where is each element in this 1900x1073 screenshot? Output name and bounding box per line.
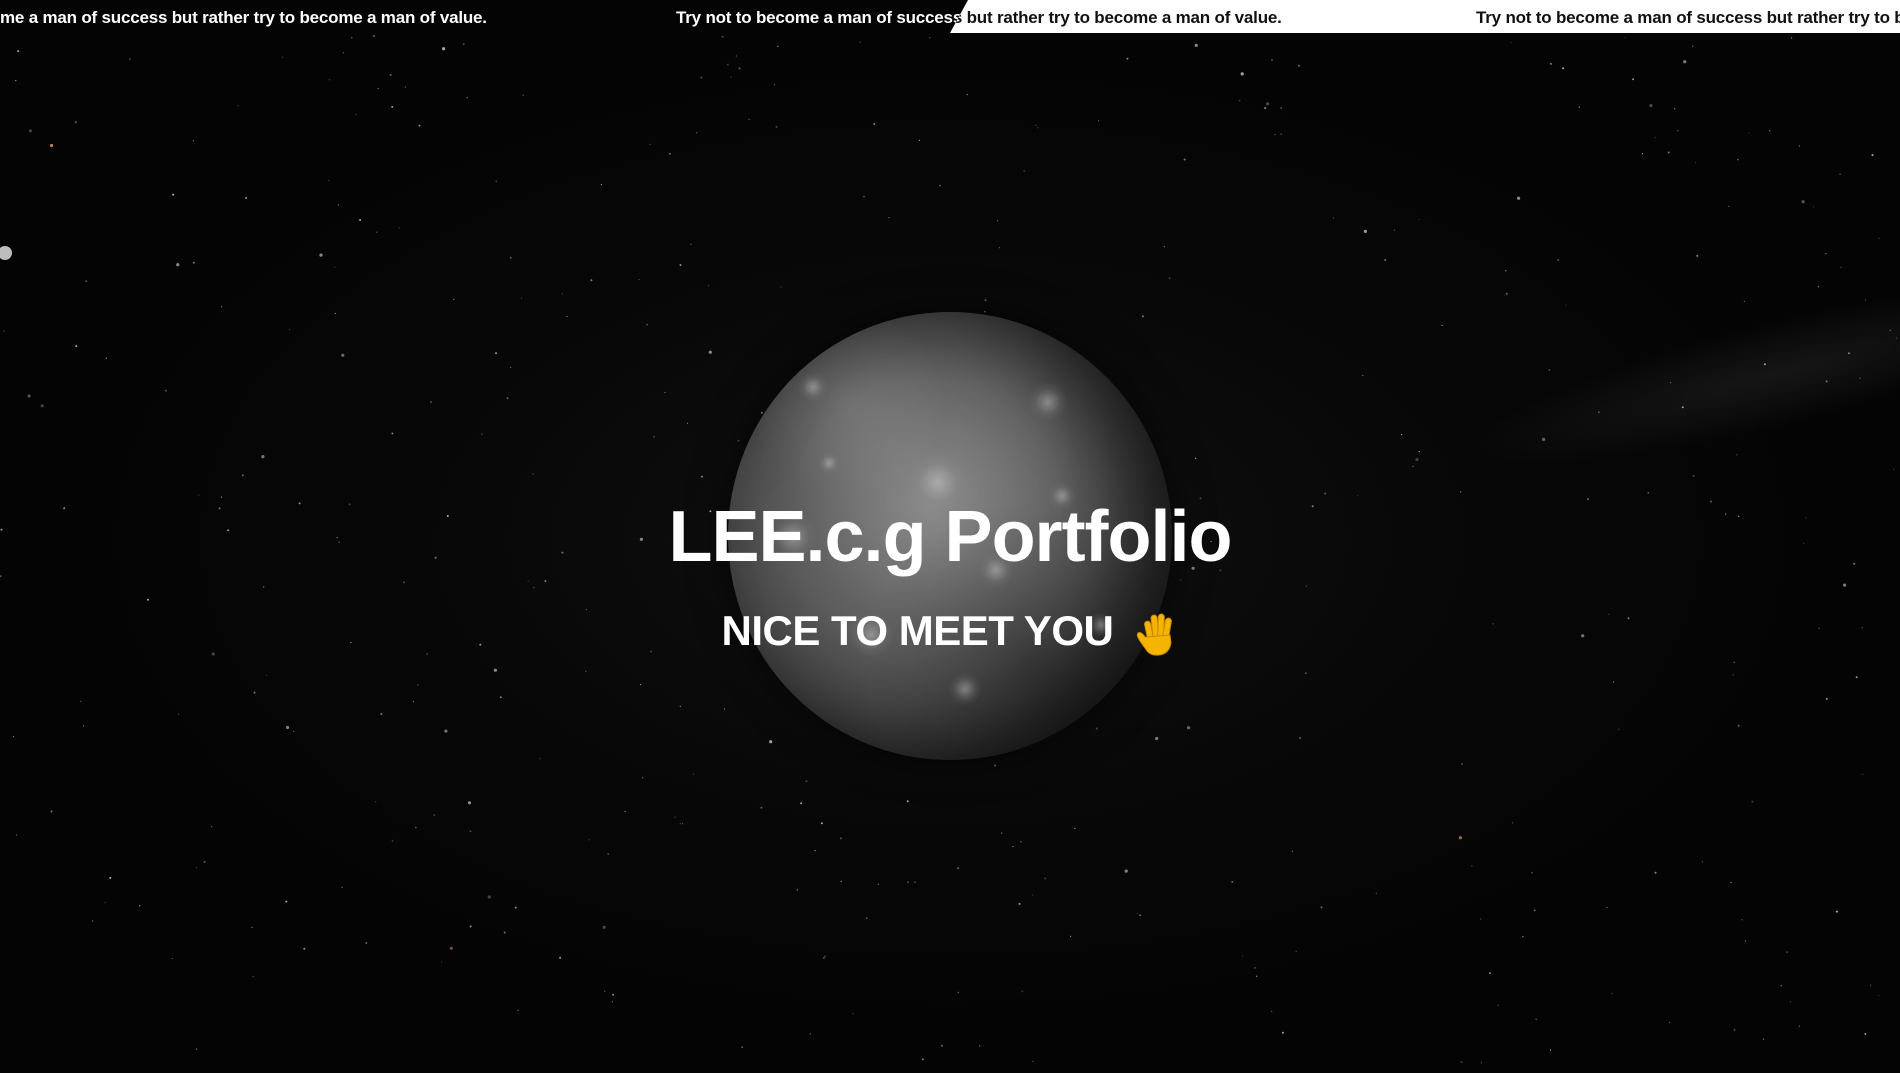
ticker-highlight-band: Try not to become a man of success but r… — [950, 0, 1900, 33]
waving-hand-icon — [1136, 613, 1172, 656]
page-title: LEE.c.g Portfolio — [668, 497, 1232, 577]
ticker-segment-1: me a man of success but rather try to be… — [0, 8, 487, 27]
ticker-segment-3: Try not to become a man of success but r… — [1476, 8, 1900, 27]
greeting-text: NICE TO MEET YOU — [721, 607, 1114, 654]
greeting: NICE TO MEET YOU — [0, 603, 1900, 659]
quote-ticker: me a man of success but rather try to be… — [0, 0, 1900, 34]
